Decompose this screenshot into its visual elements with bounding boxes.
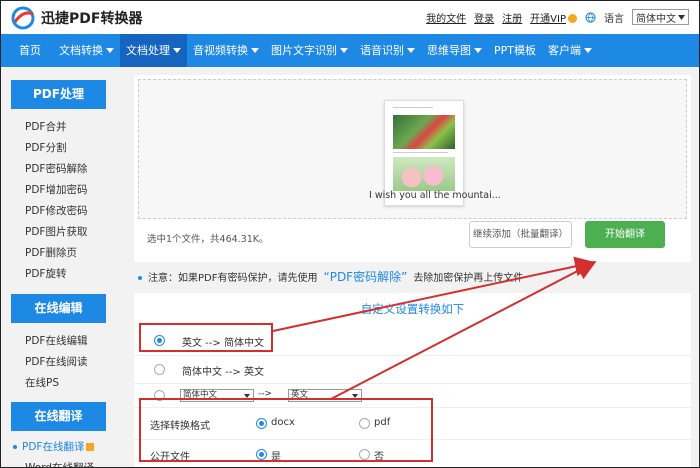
sidebar-item-pdf-change-password[interactable]: PDF修改密码 xyxy=(25,201,123,222)
brand-name: 迅捷PDF转换器 xyxy=(41,11,143,27)
sidebar-item-label: PDF在线翻译 xyxy=(22,441,85,453)
sidebar-item-pdf-split[interactable]: PDF分割 xyxy=(25,138,123,159)
nav-label: 语音识别 xyxy=(360,44,404,57)
sidebar-item-online-ps[interactable]: 在线PS xyxy=(25,373,123,394)
login-link[interactable]: 登录 xyxy=(474,10,494,25)
sidebar-item-pdf-translate[interactable]: PDF在线翻译 xyxy=(13,437,123,458)
sidebar-item-pdf-extract-images[interactable]: PDF图片获取 xyxy=(25,222,123,243)
upload-panel: I wish you all the mountai... 选中1个文件，共46… xyxy=(134,75,691,262)
nav-av-convert[interactable]: 音视频转换 xyxy=(187,34,265,67)
sidebar-head-edit: 在线编辑 xyxy=(11,294,106,323)
sidebar-item-pdf-edit[interactable]: PDF在线编辑 xyxy=(25,331,123,352)
option-zh-en-label: 简体中文 --> 英文 xyxy=(182,367,264,378)
globe-icon xyxy=(585,11,596,23)
garden-image xyxy=(393,115,455,149)
caret-down-icon xyxy=(407,48,415,53)
sidebar-item-pdf-delete-page[interactable]: PDF删除页 xyxy=(25,243,123,264)
nav-label: 文档转换 xyxy=(59,44,103,57)
sidebar-item-pdf-read[interactable]: PDF在线阅读 xyxy=(25,352,123,373)
file-name: I wish you all the mountai... xyxy=(369,190,501,201)
highlight-box-language xyxy=(139,323,273,352)
sidebar-item-pdf-add-password[interactable]: PDF增加密码 xyxy=(25,180,123,201)
start-translate-button[interactable]: 开始翻译 xyxy=(585,221,665,248)
sidebar-head-translate: 在线翻译 xyxy=(11,402,106,431)
vip-label: 开通VIP xyxy=(530,13,566,25)
caret-down-icon xyxy=(106,48,114,53)
caret-down-icon xyxy=(340,48,348,53)
text-line xyxy=(393,107,433,108)
nav-ocr[interactable]: 图片文字识别 xyxy=(265,34,354,67)
nav-label: 图片文字识别 xyxy=(271,44,337,57)
sidebar-item-pdf-rotate[interactable]: PDF旋转 xyxy=(25,264,123,285)
nav-ppt[interactable]: PPT模板 xyxy=(488,34,542,67)
logo-icon xyxy=(11,6,35,30)
sidebar-item-pdf-unlock[interactable]: PDF密码解除 xyxy=(25,159,123,180)
nav-client[interactable]: 客户端 xyxy=(542,34,598,67)
password-notice: 注意：如果PDF有密码保护，请先使用 “PDF密码解除” 去除加密保护再上传文件 xyxy=(134,265,691,289)
option-row-zh-en[interactable]: 简体中文 --> 英文 xyxy=(134,355,691,383)
selection-status: 选中1个文件，共464.31K。 xyxy=(147,234,269,245)
nav-label: 文档处理 xyxy=(126,44,170,57)
top-bar: 迅捷PDF转换器 我的文件 登录 注册 开通VIP 语言 简体中文 xyxy=(1,1,699,34)
radio-zh-en[interactable] xyxy=(154,364,165,375)
flowers-image xyxy=(393,157,455,191)
nav-label: 客户端 xyxy=(548,44,581,57)
nav-label: 音视频转换 xyxy=(193,44,248,57)
nav-label: 首页 xyxy=(19,44,41,57)
settings-title: 自定义设置转换如下 xyxy=(360,302,465,316)
pdf-unlock-link[interactable]: “PDF密码解除” xyxy=(323,270,407,284)
caret-down-icon xyxy=(474,48,482,53)
hot-badge-icon xyxy=(86,443,95,451)
nav-label: PPT模板 xyxy=(494,44,536,57)
sidebar-item-word-translate[interactable]: Word在线翻译 xyxy=(25,458,123,467)
highlight-box-options xyxy=(139,398,433,462)
language-select[interactable]: 简体中文 xyxy=(632,9,689,25)
notice-suffix: 去除加密保护再上传文件 xyxy=(413,273,524,284)
file-dropzone[interactable]: I wish you all the mountai... xyxy=(138,79,687,219)
top-links: 我的文件 登录 注册 开通VIP 语言 简体中文 xyxy=(426,9,689,25)
sidebar-item-pdf-merge[interactable]: PDF合并 xyxy=(25,117,123,138)
caret-down-icon xyxy=(173,48,181,53)
nav-speech[interactable]: 语音识别 xyxy=(354,34,421,67)
bullet-icon xyxy=(138,276,142,280)
nav-doc-process[interactable]: 文档处理 xyxy=(120,34,187,67)
active-bullet-icon xyxy=(13,445,17,449)
nav-home[interactable]: 首页 xyxy=(1,34,53,67)
caret-down-icon xyxy=(584,48,592,53)
notice-prefix: 注意：如果PDF有密码保护，请先使用 xyxy=(148,273,318,284)
sidebar: PDF处理 PDF合并 PDF分割 PDF密码解除 PDF增加密码 PDF修改密… xyxy=(1,67,123,467)
text-line xyxy=(393,152,448,153)
language-value: 简体中文 xyxy=(636,13,676,25)
add-more-button[interactable]: 继续添加（批量翻译） xyxy=(469,221,572,248)
main-nav: 首页 文档转换 文档处理 音视频转换 图片文字识别 语音识别 思维导图 PPT模… xyxy=(1,34,699,67)
vip-badge-icon xyxy=(568,14,577,23)
caret-down-icon xyxy=(251,48,259,53)
vip-link[interactable]: 开通VIP xyxy=(530,10,577,25)
language-label: 语言 xyxy=(604,13,624,25)
my-files-link[interactable]: 我的文件 xyxy=(426,10,466,25)
nav-mindmap[interactable]: 思维导图 xyxy=(421,34,488,67)
nav-label: 思维导图 xyxy=(427,44,471,57)
sidebar-head-pdf: PDF处理 xyxy=(11,80,106,109)
chevron-down-icon xyxy=(678,14,685,20)
register-link[interactable]: 注册 xyxy=(502,10,522,25)
nav-doc-convert[interactable]: 文档转换 xyxy=(53,34,120,67)
app-frame: 迅捷PDF转换器 我的文件 登录 注册 开通VIP 语言 简体中文 首页 文档转… xyxy=(0,0,700,468)
